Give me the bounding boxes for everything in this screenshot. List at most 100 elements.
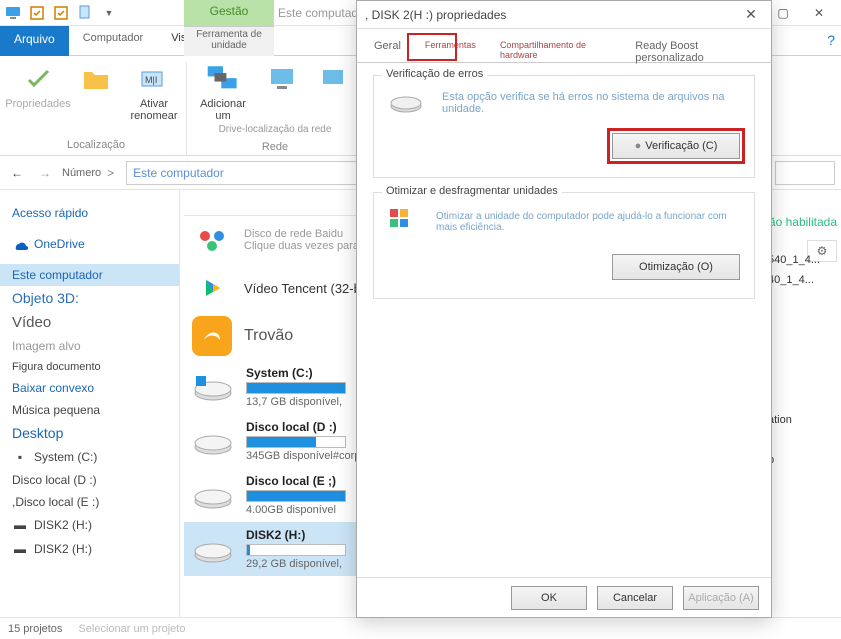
drive-icon: ▬ (12, 541, 28, 557)
context-sub: Ferramenta de unidade (184, 26, 274, 56)
trovao-icon (192, 316, 232, 356)
drive-usage-bar (246, 544, 346, 556)
drive-free: 29,2 GB disponível, (246, 558, 346, 570)
sidebar-quick-access[interactable]: Acesso rápido (0, 198, 179, 224)
sidebar-item-disk2a[interactable]: ▬ DISK2 (H:) (0, 513, 179, 537)
quick-launch: ▼ (4, 4, 118, 22)
dialog-body: Verificação de erros Esta opção verifica… (357, 63, 771, 577)
legend-opt: Otimizar e desfragmentar unidades (382, 185, 562, 197)
rib-rename[interactable]: M|I Ativar renomear (130, 62, 178, 122)
sidebar-item-onedrive[interactable]: OneDrive (0, 232, 179, 256)
drive-icon (192, 372, 234, 402)
sidebar-item-loce[interactable]: ,Disco local (E :) (0, 491, 179, 513)
check-button[interactable]: ● Verificação (C) (612, 133, 740, 159)
highlight-box (407, 33, 457, 61)
drive-usage-bar (246, 436, 346, 448)
sidebar: Acesso rápido OneDrive Este computador O… (0, 190, 180, 618)
monitor-icon[interactable] (4, 4, 22, 22)
optimize-button[interactable]: Otimização (O) (612, 254, 740, 280)
rib-open[interactable] (72, 62, 120, 122)
tab-readyboost[interactable]: Ready Boost personalizado (624, 33, 765, 62)
drive-name: Disco local (D :) (246, 420, 366, 434)
svg-text:M|I: M|I (145, 75, 157, 85)
search-input[interactable] (775, 161, 835, 185)
computer-icon (265, 62, 299, 96)
drive-name: Disco local (E ;) (246, 474, 346, 488)
apply-button[interactable]: Aplicação (A) (683, 586, 759, 610)
status-selection: Selecionar um projeto (78, 623, 185, 635)
ribbon-group-network: Adicionar um Drive-localização da rede R… (187, 62, 364, 155)
check-icon[interactable] (52, 4, 70, 22)
drive-icon (192, 426, 234, 456)
dialog-buttons: OK Cancelar Aplicação (A) (357, 577, 771, 617)
tab-hardware[interactable]: Compartilhamento de hardware (489, 33, 622, 62)
tab-geral[interactable]: Geral (363, 33, 412, 62)
drive-icon: ▪ (12, 449, 28, 465)
defrag-icon (388, 205, 418, 238)
right-row: p (766, 450, 837, 470)
sidebar-item-video[interactable]: Vídeo (0, 310, 179, 335)
drive-icon (192, 480, 234, 510)
dropdown-icon[interactable]: ▼ (100, 4, 118, 22)
ok-button[interactable]: OK (511, 586, 587, 610)
col-name[interactable] (184, 194, 364, 215)
folder-icon (79, 62, 113, 96)
drive-icon: ▬ (12, 517, 28, 533)
nav-forward[interactable]: → (34, 162, 56, 184)
status-bar: 15 projetos Selecionar um projeto (0, 617, 841, 639)
sidebar-item-baixar[interactable]: Baixar convexo (0, 377, 179, 399)
sidebar-item-musica[interactable]: Música pequena (0, 399, 179, 421)
opt-text: Otimizar a unidade do computador pode aj… (430, 211, 740, 233)
rib-properties[interactable]: Propriedades (14, 62, 62, 122)
context-tab[interactable]: Gestão Ferramenta de unidade (184, 0, 274, 56)
dialog-tabs: Geral Ferramentas Compartilhamento de ha… (357, 33, 771, 63)
sidebar-item-locd[interactable]: Disco local (D :) (0, 469, 179, 491)
tab-file[interactable]: Arquivo (0, 26, 69, 56)
baidu-icon (192, 220, 232, 260)
sidebar-item-disk2b[interactable]: ▬ DISK2 (H:) (0, 537, 179, 561)
sidebar-item-imagem[interactable]: Imagem alvo (0, 335, 179, 357)
dialog-close-button[interactable]: ✕ (739, 3, 763, 27)
sidebar-item-thispc[interactable]: Este computador (0, 264, 179, 286)
drive-usage-bar (246, 382, 346, 394)
doc-icon[interactable] (76, 4, 94, 22)
tencent-icon (192, 268, 232, 308)
ribbon-group-location: Propriedades M|I Ativar renomear Localiz… (6, 62, 187, 155)
drive-name: System (C:) (246, 366, 346, 380)
sidebar-item-figdoc[interactable]: Figura documento (0, 357, 179, 377)
right-row: 40_1_4... (766, 270, 837, 290)
right-row: 540_1_4... (766, 250, 837, 270)
rib-net2[interactable] (261, 62, 303, 122)
network-drive-icon (206, 62, 240, 96)
drive-free: 4.00GB disponível (246, 504, 346, 516)
check-icon (21, 62, 55, 96)
status-count: 15 projetos (8, 623, 62, 635)
legend-errchk: Verificação de erros (382, 68, 487, 80)
drive-small-icon (388, 88, 424, 117)
errchk-text: Esta opção verifica se há erros no siste… (436, 91, 740, 115)
fieldset-error-check: Verificação de erros Esta opção verifica… (373, 75, 755, 178)
sidebar-item-3d[interactable]: Objeto 3D: (0, 286, 179, 310)
drive-free: 13,7 GB disponível, (246, 396, 346, 408)
dialog-title: , DISK 2(H :) propriedades (365, 8, 506, 22)
right-row: ation (766, 410, 837, 430)
rib-network-drive[interactable]: Adicionar um (195, 62, 251, 122)
cancel-button[interactable]: Cancelar (597, 586, 673, 610)
dialog-titlebar: , DISK 2(H :) propriedades ✕ (357, 1, 771, 29)
drive-free: 345GB disponível#corpo (246, 450, 366, 462)
cloud-icon (12, 236, 28, 252)
sidebar-item-sysc[interactable]: ▪ System (C:) (0, 445, 179, 469)
sidebar-item-desktop[interactable]: Desktop (0, 421, 179, 445)
fieldset-optimize: Otimizar e desfragmentar unidades Otimiz… (373, 192, 755, 299)
computer-small-icon (317, 62, 351, 96)
help-icon[interactable]: ? (827, 32, 835, 48)
tab-computer[interactable]: Computador (69, 26, 158, 55)
nav-back[interactable]: ← (6, 162, 28, 184)
close-button[interactable]: ✕ (801, 2, 837, 24)
nav-label: Número (62, 167, 101, 179)
rename-icon: M|I (137, 62, 171, 96)
prev-icon[interactable] (28, 4, 46, 22)
properties-dialog: , DISK 2(H :) propriedades ✕ Geral Ferra… (356, 0, 772, 618)
rib-net3[interactable] (313, 62, 355, 122)
drive-icon (192, 534, 234, 564)
